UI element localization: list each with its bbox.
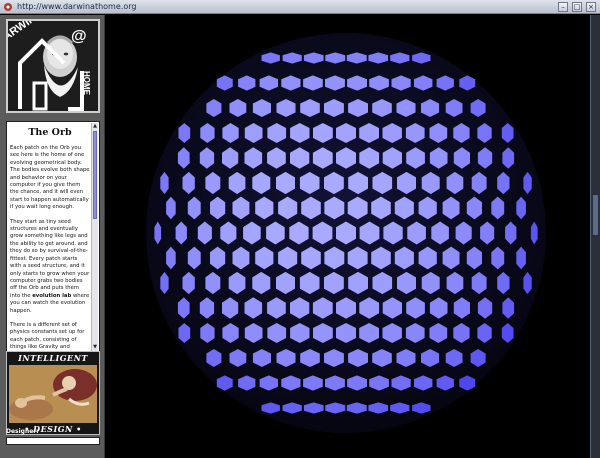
info-heading: The Orb (28, 127, 72, 138)
maximize-button[interactable]: □ (572, 2, 582, 12)
main-scroll-thumb[interactable] (593, 195, 598, 235)
designer-field[interactable] (6, 437, 100, 445)
logo-home-text: HOME (82, 71, 91, 96)
creation-of-adam-image (9, 365, 97, 423)
window-titlebar[interactable]: http://www.darwinathome.org – □ × (0, 0, 600, 14)
info-scrollbar[interactable]: ▲ ▼ (91, 123, 98, 351)
info-paragraph-1: Each patch on the Orb you see here is th… (10, 145, 90, 211)
orb-info-content: The Orb Each patch on the Orb you see he… (10, 124, 90, 350)
scroll-up-icon[interactable]: ▲ (92, 123, 98, 129)
info-paragraph-2: They start as tiny seed structures and e… (10, 218, 90, 314)
window-title: http://www.darwinathome.org (17, 2, 137, 11)
designer-label: Designer: (6, 428, 39, 435)
orb-info-box[interactable]: The Orb Each patch on the Orb you see he… (6, 121, 100, 353)
logo-graphic: DARWIN @ HOME (0, 12, 98, 111)
info-paragraph-3: There is a different set of physics cons… (10, 321, 85, 350)
orb-canvas[interactable] (106, 15, 590, 458)
app-icon (4, 3, 12, 11)
close-button[interactable]: × (586, 2, 596, 12)
darwin-at-home-logo[interactable]: DARWIN @ HOME (0, 12, 100, 113)
evolution-lab-link[interactable]: evolution lab (32, 293, 71, 299)
left-panel: DARWIN @ HOME The Orb Each patch on the … (0, 12, 105, 458)
logo-at-text: @ (71, 28, 87, 45)
main-scrollbar[interactable] (590, 15, 600, 458)
orb-view[interactable] (106, 15, 590, 458)
info-scroll-thumb[interactable] (93, 131, 97, 219)
scroll-down-icon[interactable]: ▼ (92, 344, 98, 350)
intelligent-design-banner[interactable]: INTELLIGENT • DESIGN • (6, 351, 100, 435)
banner-top-text: INTELLIGENT (18, 353, 88, 363)
minimize-button[interactable]: – (558, 2, 568, 12)
